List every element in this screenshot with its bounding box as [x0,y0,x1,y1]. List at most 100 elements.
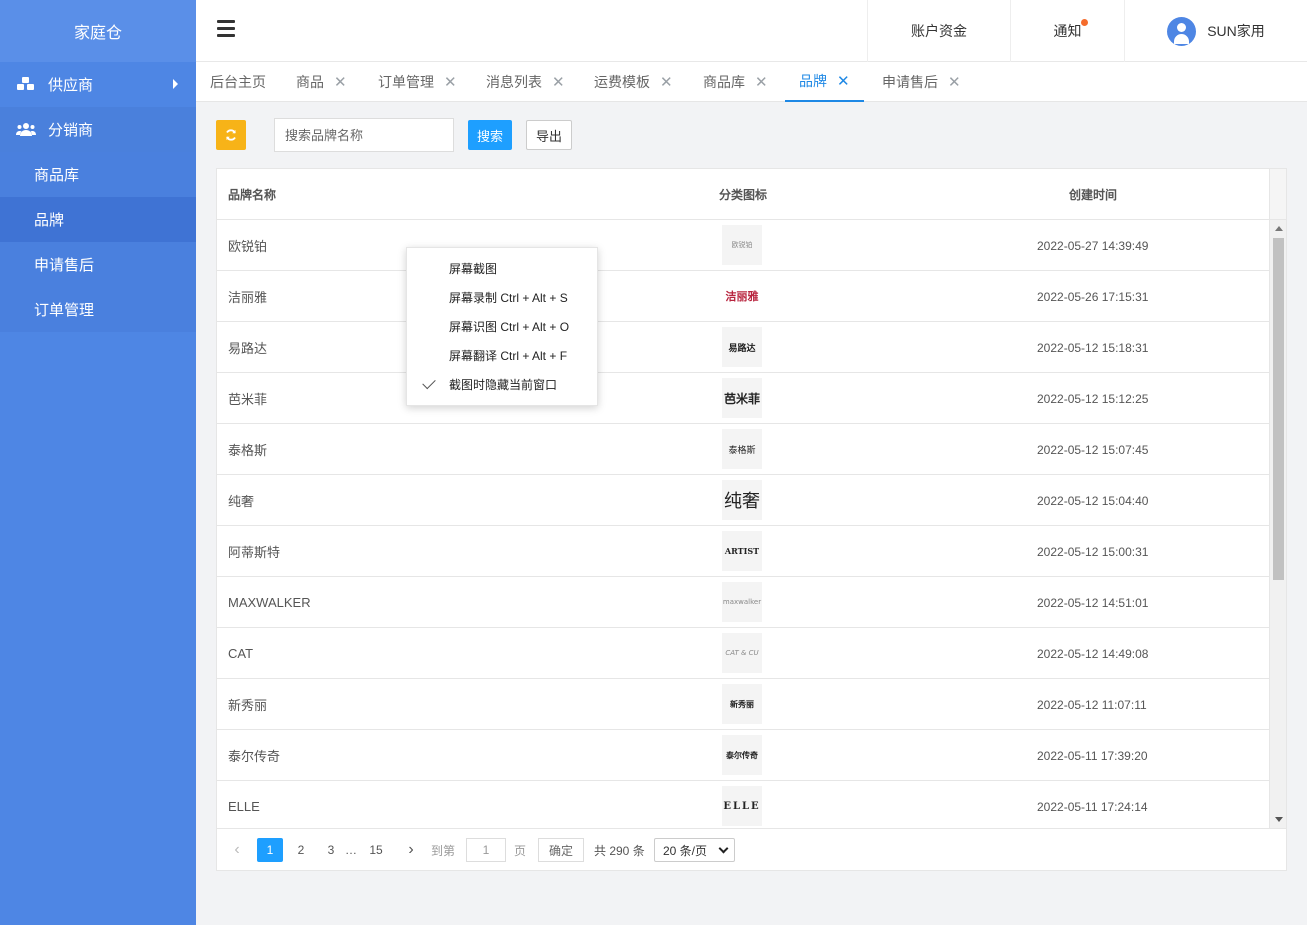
total-count: 共 290 条 [594,843,645,858]
brand-logo: 新秀丽 [722,684,762,724]
tab-after-sales[interactable]: 申请售后 ✕ [868,62,975,102]
page-unit-label: 页 [514,843,527,858]
created-time: 2022-05-12 11:07:11 [1037,697,1147,712]
menu-item-screen-record[interactable]: 屏幕录制 Ctrl + Alt + S [407,283,597,312]
sidebar-group-supplier[interactable]: 供应商 [0,62,196,107]
column-header-created-time: 创建时间 [1069,188,1118,202]
sidebar-group-label: 供应商 [48,77,94,94]
brand-name: 欧锐铂 [228,239,268,254]
sidebar-item-brand[interactable]: 品牌 [0,197,196,242]
scroll-down-icon[interactable] [1275,817,1283,822]
export-button[interactable]: 导出 [526,120,572,150]
tab-label: 商品 [296,74,324,90]
table-row[interactable]: 阿蒂斯特 ARTIST 2022-05-12 15:00:31 [217,526,1270,577]
created-time: 2022-05-12 15:04:40 [1037,493,1149,508]
scroll-up-icon[interactable] [1275,226,1283,231]
tab-label: 运费模板 [594,74,650,90]
page-button-15[interactable]: 15 [363,838,389,862]
page-size-value: 20 条/页 [663,843,708,858]
brand-logo: 欧锐铂 [722,225,762,265]
chevron-down-icon [718,843,729,854]
brand-name: CAT [228,646,254,661]
sidebar: 家庭仓 供应商 分销商 商品库 品牌 申请售后 订单管理 [0,0,196,925]
account-funds-link[interactable]: 账户资金 [867,0,1010,62]
check-icon [422,375,436,390]
table-row[interactable]: CAT CAT & CU 2022-05-12 14:49:08 [217,628,1270,679]
brand-table: 品牌名称 分类图标 创建时间 欧锐铂 欧锐铂 2022-05-27 14:39:… [216,168,1287,871]
menu-item-screenshot[interactable]: 屏幕截图 [407,254,597,283]
tab-shipping-templates[interactable]: 运费模板 ✕ [580,62,687,102]
refresh-button[interactable] [216,120,246,150]
table-row[interactable]: ELLE ELLE 2022-05-11 17:24:14 [217,781,1270,828]
brand-name: 阿蒂斯特 [228,545,281,560]
refresh-icon [226,129,236,141]
created-time: 2022-05-11 17:39:20 [1037,748,1148,763]
tab-label: 商品库 [703,74,745,90]
sidebar-item-after-sales[interactable]: 申请售后 [0,242,196,287]
brand-logo: maxwalker [722,582,762,622]
goto-page-input[interactable]: 1 [466,838,506,862]
table-row[interactable]: MAXWALKER maxwalker 2022-05-12 14:51:01 [217,577,1270,628]
search-button[interactable]: 搜索 [468,120,512,150]
sidebar-group-distributor[interactable]: 分销商 [0,107,196,152]
close-icon[interactable]: ✕ [444,73,457,91]
goto-confirm-button[interactable]: 确定 [538,838,584,862]
close-icon[interactable]: ✕ [552,73,565,91]
close-icon[interactable]: ✕ [334,73,347,91]
tab-orders[interactable]: 订单管理 ✕ [364,62,471,102]
table-body: 欧锐铂 欧锐铂 2022-05-27 14:39:49 洁丽雅 洁丽雅 2022… [217,220,1270,828]
sidebar-item-product-library[interactable]: 商品库 [0,152,196,197]
created-time: 2022-05-12 15:12:25 [1037,391,1149,406]
notification-link[interactable]: 通知 [1010,0,1124,62]
brand-name: ELLE [228,799,260,814]
close-icon[interactable]: ✕ [948,73,961,91]
context-menu: 屏幕截图 屏幕录制 Ctrl + Alt + S 屏幕识图 Ctrl + Alt… [406,247,598,406]
scrollbar-thumb[interactable] [1273,238,1284,580]
table-row[interactable]: 易路达 易路达 2022-05-12 15:18:31 [217,322,1270,373]
created-time: 2022-05-12 15:00:31 [1037,544,1149,559]
notification-label: 通知 [1053,23,1082,39]
notification-dot-icon [1081,19,1088,26]
brand-logo: 洁丽雅 [722,276,762,316]
brand-name: 洁丽雅 [228,290,268,305]
sidebar-group-label: 分销商 [48,122,94,139]
brand-logo: 纯奢 [722,480,762,520]
vertical-scrollbar[interactable] [1269,220,1286,828]
table-row[interactable]: 纯奢 纯奢 2022-05-12 15:04:40 [217,475,1270,526]
table-row[interactable]: 泰尔传奇 泰尔传奇 2022-05-11 17:39:20 [217,730,1270,781]
tab-home[interactable]: 后台主页 [196,62,280,102]
created-time: 2022-05-12 15:18:31 [1037,340,1149,355]
close-icon[interactable]: ✕ [660,73,673,91]
table-row[interactable]: 泰格斯 泰格斯 2022-05-12 15:07:45 [217,424,1270,475]
created-time: 2022-05-26 17:15:31 [1037,289,1149,304]
brand-logo: 芭米菲 [722,378,762,418]
page-button-1[interactable]: 1 [257,838,283,862]
table-row[interactable]: 新秀丽 新秀丽 2022-05-12 11:07:11 [217,679,1270,730]
created-time: 2022-05-12 15:07:45 [1037,442,1149,457]
table-row[interactable]: 芭米菲 芭米菲 2022-05-12 15:12:25 [217,373,1270,424]
page-size-select[interactable]: 20 条/页 [654,838,735,862]
close-icon[interactable]: ✕ [755,73,768,91]
tab-label: 品牌 [799,73,827,89]
tab-product-library[interactable]: 商品库 ✕ [689,62,782,102]
brand-search-input[interactable] [274,118,454,152]
page-button-2[interactable]: 2 [288,838,314,862]
menu-toggle-icon[interactable] [217,20,235,38]
tab-brand[interactable]: 品牌 ✕ [785,62,864,102]
close-icon[interactable]: ✕ [837,72,850,90]
user-menu[interactable]: SUN家用 [1124,0,1307,62]
sidebar-item-orders[interactable]: 订单管理 [0,287,196,332]
brand-logo: ARTIST [722,531,762,571]
brand-name: 新秀丽 [228,698,268,713]
table-row[interactable]: 洁丽雅 洁丽雅 2022-05-26 17:15:31 [217,271,1270,322]
menu-item-screen-translate[interactable]: 屏幕翻译 Ctrl + Alt + F [407,341,597,370]
tab-messages[interactable]: 消息列表 ✕ [472,62,579,102]
tab-products[interactable]: 商品 ✕ [282,62,361,102]
menu-item-hide-window[interactable]: 截图时隐藏当前窗口 [407,370,597,399]
prev-page-icon[interactable]: ‹ [229,838,245,862]
next-page-icon[interactable]: › [403,838,419,862]
table-row[interactable]: 欧锐铂 欧锐铂 2022-05-27 14:39:49 [217,220,1270,271]
brand-logo: 泰尔传奇 [722,735,762,775]
menu-item-screen-ocr[interactable]: 屏幕识图 Ctrl + Alt + O [407,312,597,341]
brand-name: 易路达 [228,341,268,356]
